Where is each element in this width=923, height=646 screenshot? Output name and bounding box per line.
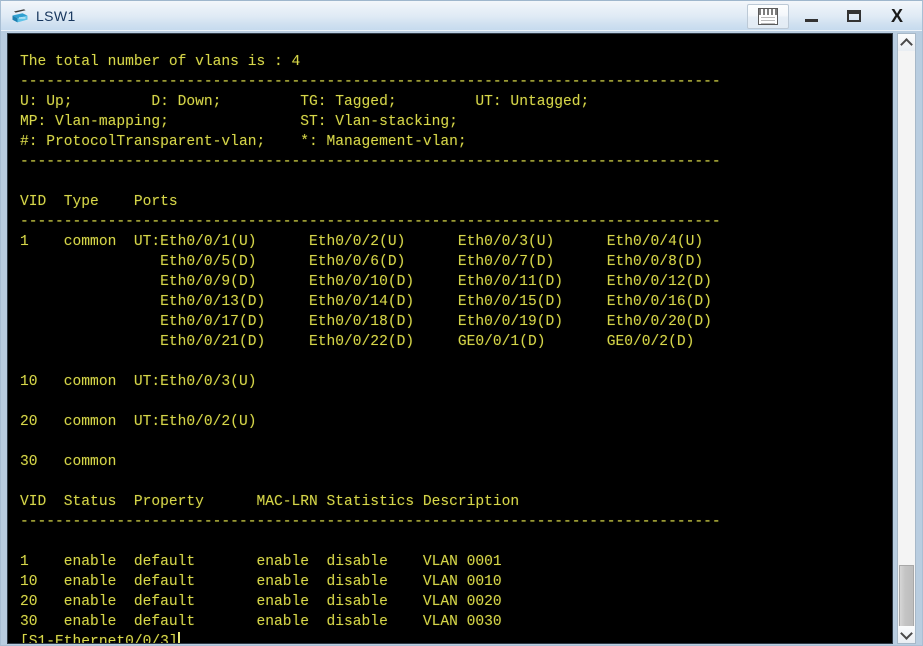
terminal-window: LSW1 X The total number of vlans is : 4 … bbox=[0, 0, 923, 646]
terminal-frame: The total number of vlans is : 4 -------… bbox=[0, 31, 923, 646]
scrollbar-thumb[interactable] bbox=[899, 565, 914, 635]
report-button[interactable] bbox=[747, 3, 789, 29]
scroll-down-button[interactable] bbox=[898, 626, 915, 643]
terminal-output-area[interactable]: The total number of vlans is : 4 -------… bbox=[7, 33, 893, 644]
window-controls: X bbox=[746, 3, 918, 29]
switch-icon bbox=[10, 6, 30, 26]
terminal-lines: The total number of vlans is : 4 -------… bbox=[20, 53, 721, 630]
terminal-prompt: [S1-Ethernet0/0/3] bbox=[20, 633, 178, 644]
scrollbar-track[interactable] bbox=[898, 51, 915, 635]
maximize-icon bbox=[847, 10, 861, 22]
minimize-button[interactable] bbox=[790, 4, 832, 29]
maximize-button[interactable] bbox=[833, 4, 875, 29]
chevron-up-icon bbox=[900, 37, 913, 51]
scroll-up-button[interactable] bbox=[898, 34, 915, 51]
vertical-scrollbar[interactable] bbox=[897, 33, 916, 644]
title-bar: LSW1 X bbox=[0, 0, 923, 31]
chevron-down-icon bbox=[900, 626, 913, 640]
terminal-text: The total number of vlans is : 4 -------… bbox=[20, 52, 892, 644]
report-icon bbox=[758, 7, 778, 25]
minimize-icon bbox=[804, 18, 818, 22]
text-cursor bbox=[177, 631, 180, 643]
close-button[interactable]: X bbox=[876, 4, 918, 29]
